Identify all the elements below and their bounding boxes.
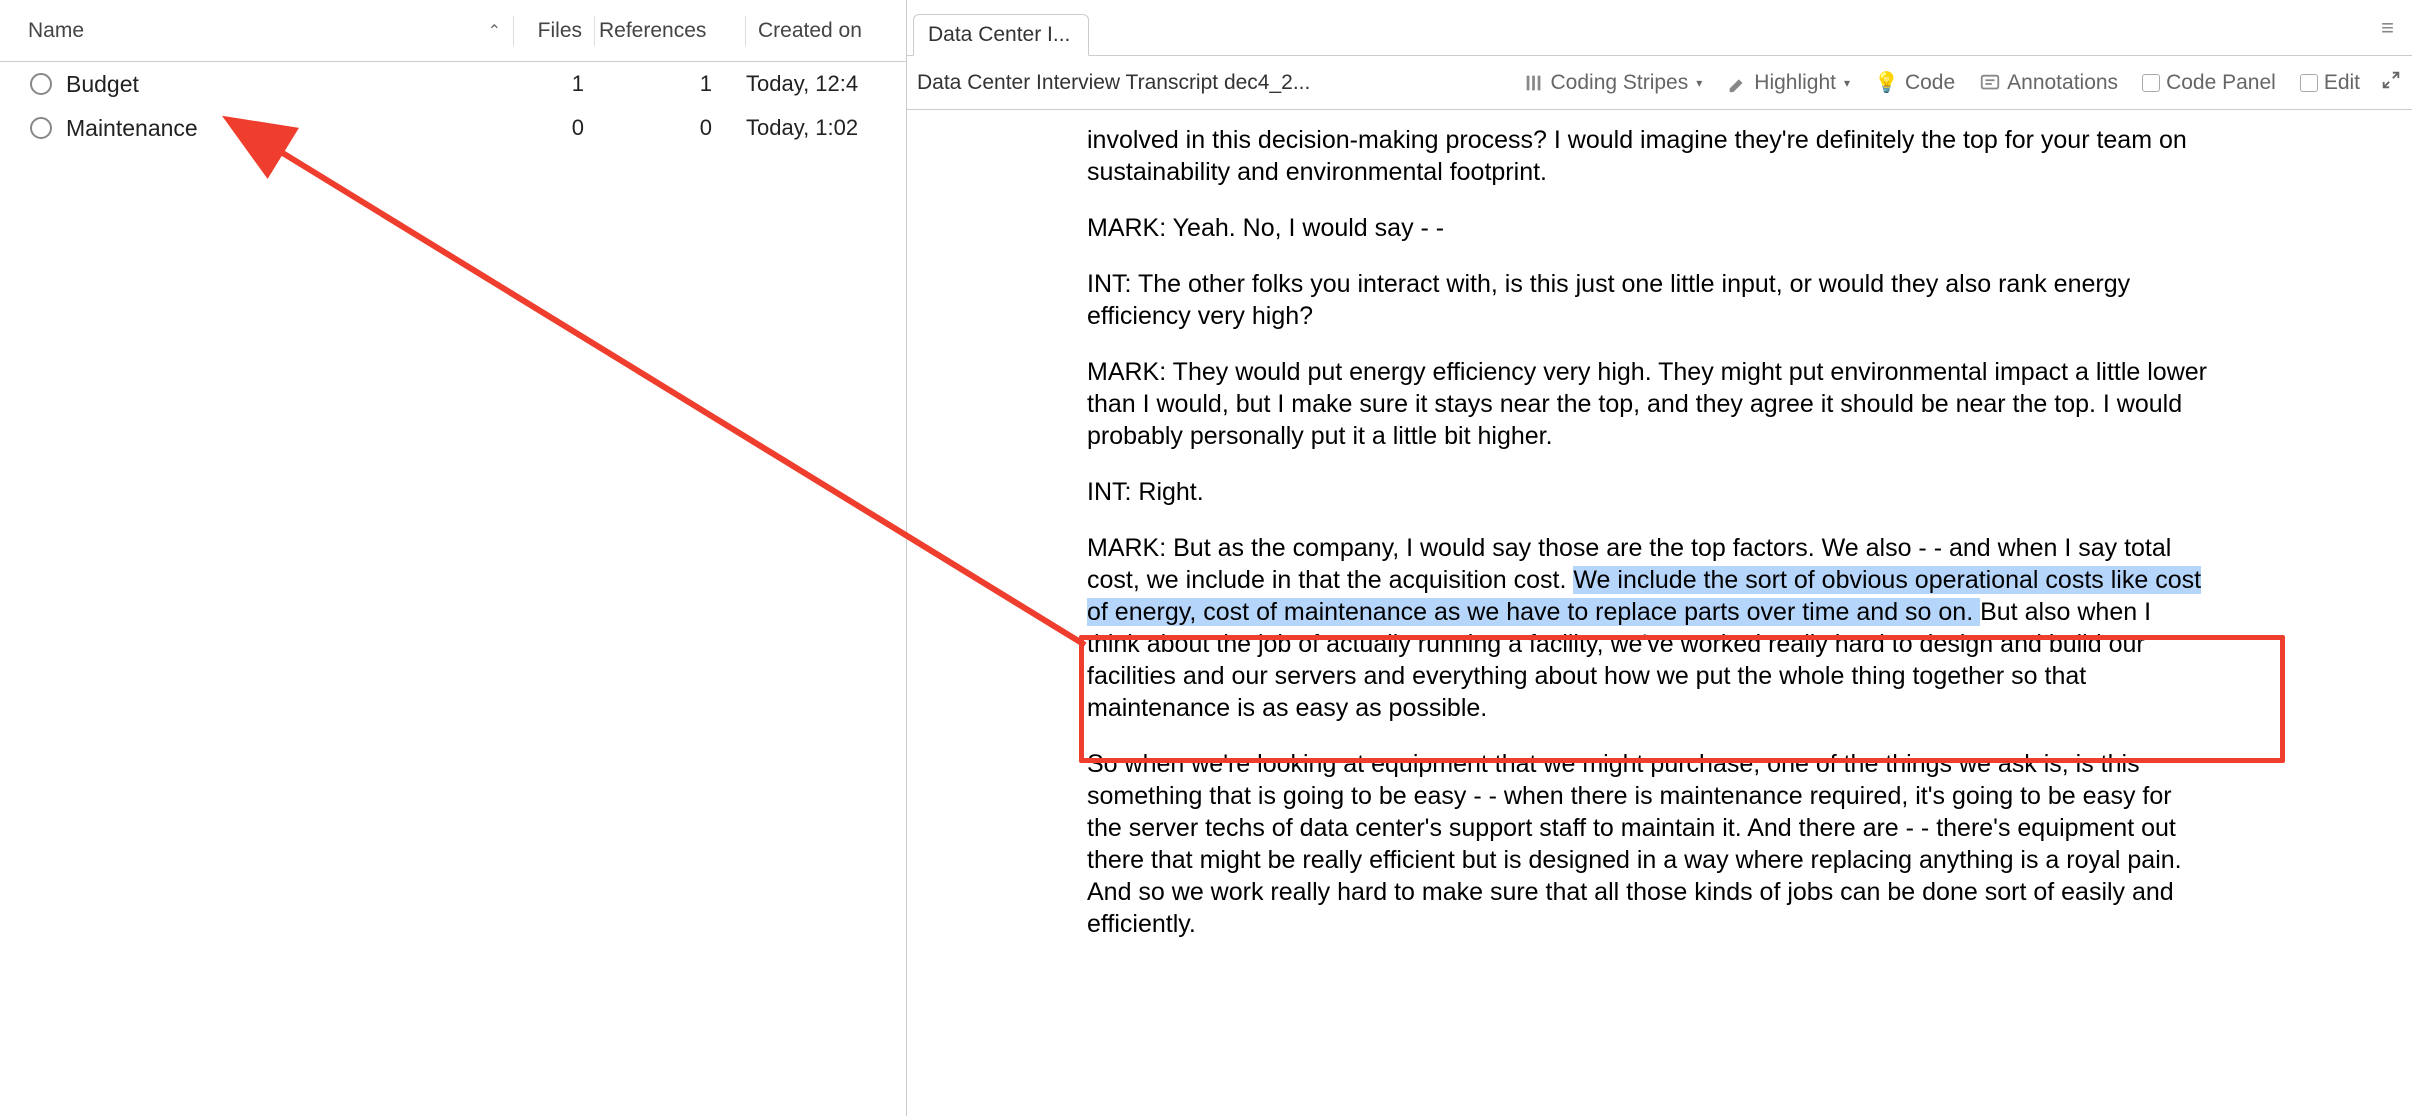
highlighter-icon (1726, 72, 1748, 94)
transcript-paragraph[interactable]: INT: Right. (1087, 476, 2207, 508)
col-header-name-label: Name (28, 19, 84, 43)
code-color-circle-icon (30, 117, 52, 139)
code-files-count: 0 (516, 115, 596, 141)
expand-icon[interactable] (2380, 69, 2402, 97)
document-panel: Data Center I... ≡ Data Center Interview… (907, 0, 2412, 1116)
codes-panel: Name ⌃ Files References Created on Budge… (0, 0, 907, 1116)
document-tab-bar: Data Center I... ≡ (907, 0, 2412, 56)
code-color-circle-icon (30, 73, 52, 95)
document-path: Data Center Interview Transcript dec4_2.… (917, 71, 1310, 95)
code-created-date: Today, 1:02 (746, 115, 906, 141)
annotation-highlight-box (1079, 635, 2285, 763)
document-tab-label: Data Center I... (928, 23, 1070, 46)
code-name: Budget (66, 71, 516, 98)
code-button[interactable]: 💡 Code (1866, 66, 1963, 99)
edit-toggle[interactable]: Edit (2292, 67, 2368, 99)
hamburger-icon[interactable]: ≡ (2381, 15, 2396, 41)
col-header-files[interactable]: Files (514, 19, 594, 43)
coding-stripes-icon (1523, 72, 1545, 94)
transcript-paragraph[interactable]: INT: The other folks you interact with, … (1087, 268, 2207, 332)
col-header-created-label: Created on (758, 19, 862, 42)
checkbox-icon (2142, 74, 2160, 92)
code-panel-label: Code Panel (2166, 71, 2276, 95)
code-row-maintenance[interactable]: Maintenance 0 0 Today, 1:02 (0, 106, 906, 150)
edit-label: Edit (2324, 71, 2360, 95)
code-refs-count: 0 (596, 115, 746, 141)
transcript-paragraph[interactable]: involved in this decision-making process… (1087, 124, 2207, 188)
checkbox-icon (2300, 74, 2318, 92)
code-created-date: Today, 12:4 (746, 71, 906, 97)
codes-header-row: Name ⌃ Files References Created on (0, 0, 906, 62)
caret-down-icon: ▾ (1844, 76, 1850, 90)
highlight-label: Highlight (1754, 71, 1836, 95)
coding-stripes-button[interactable]: Coding Stripes ▾ (1515, 67, 1711, 99)
code-row-budget[interactable]: Budget 1 1 Today, 12:4 (0, 62, 906, 106)
col-header-name[interactable]: Name ⌃ (0, 19, 513, 43)
caret-down-icon: ▾ (1696, 76, 1702, 90)
code-name: Maintenance (66, 115, 516, 142)
col-header-references-label: References (599, 19, 706, 42)
code-panel-toggle[interactable]: Code Panel (2134, 67, 2284, 99)
col-header-files-label: Files (538, 19, 582, 42)
code-label: Code (1905, 71, 1955, 95)
document-content: involved in this decision-making process… (907, 124, 2247, 940)
document-scroll-area[interactable]: involved in this decision-making process… (907, 110, 2412, 1116)
lightbulb-icon: 💡 (1874, 70, 1899, 95)
col-header-created[interactable]: Created on (746, 19, 906, 43)
col-header-references[interactable]: References (595, 19, 745, 43)
highlight-button[interactable]: Highlight ▾ (1718, 67, 1858, 99)
annotations-label: Annotations (2007, 71, 2118, 95)
annotations-icon (1979, 72, 2001, 94)
transcript-paragraph[interactable]: So when we're looking at equipment that … (1087, 748, 2207, 940)
document-tab[interactable]: Data Center I... (913, 14, 1089, 56)
code-files-count: 1 (516, 71, 596, 97)
transcript-paragraph[interactable]: MARK: Yeah. No, I would say - - (1087, 212, 2207, 244)
sort-asc-icon: ⌃ (488, 21, 501, 41)
document-toolbar: Data Center Interview Transcript dec4_2.… (907, 56, 2412, 110)
code-refs-count: 1 (596, 71, 746, 97)
coding-stripes-label: Coding Stripes (1551, 71, 1689, 95)
annotations-button[interactable]: Annotations (1971, 67, 2126, 99)
transcript-paragraph[interactable]: MARK: They would put energy efficiency v… (1087, 356, 2207, 452)
